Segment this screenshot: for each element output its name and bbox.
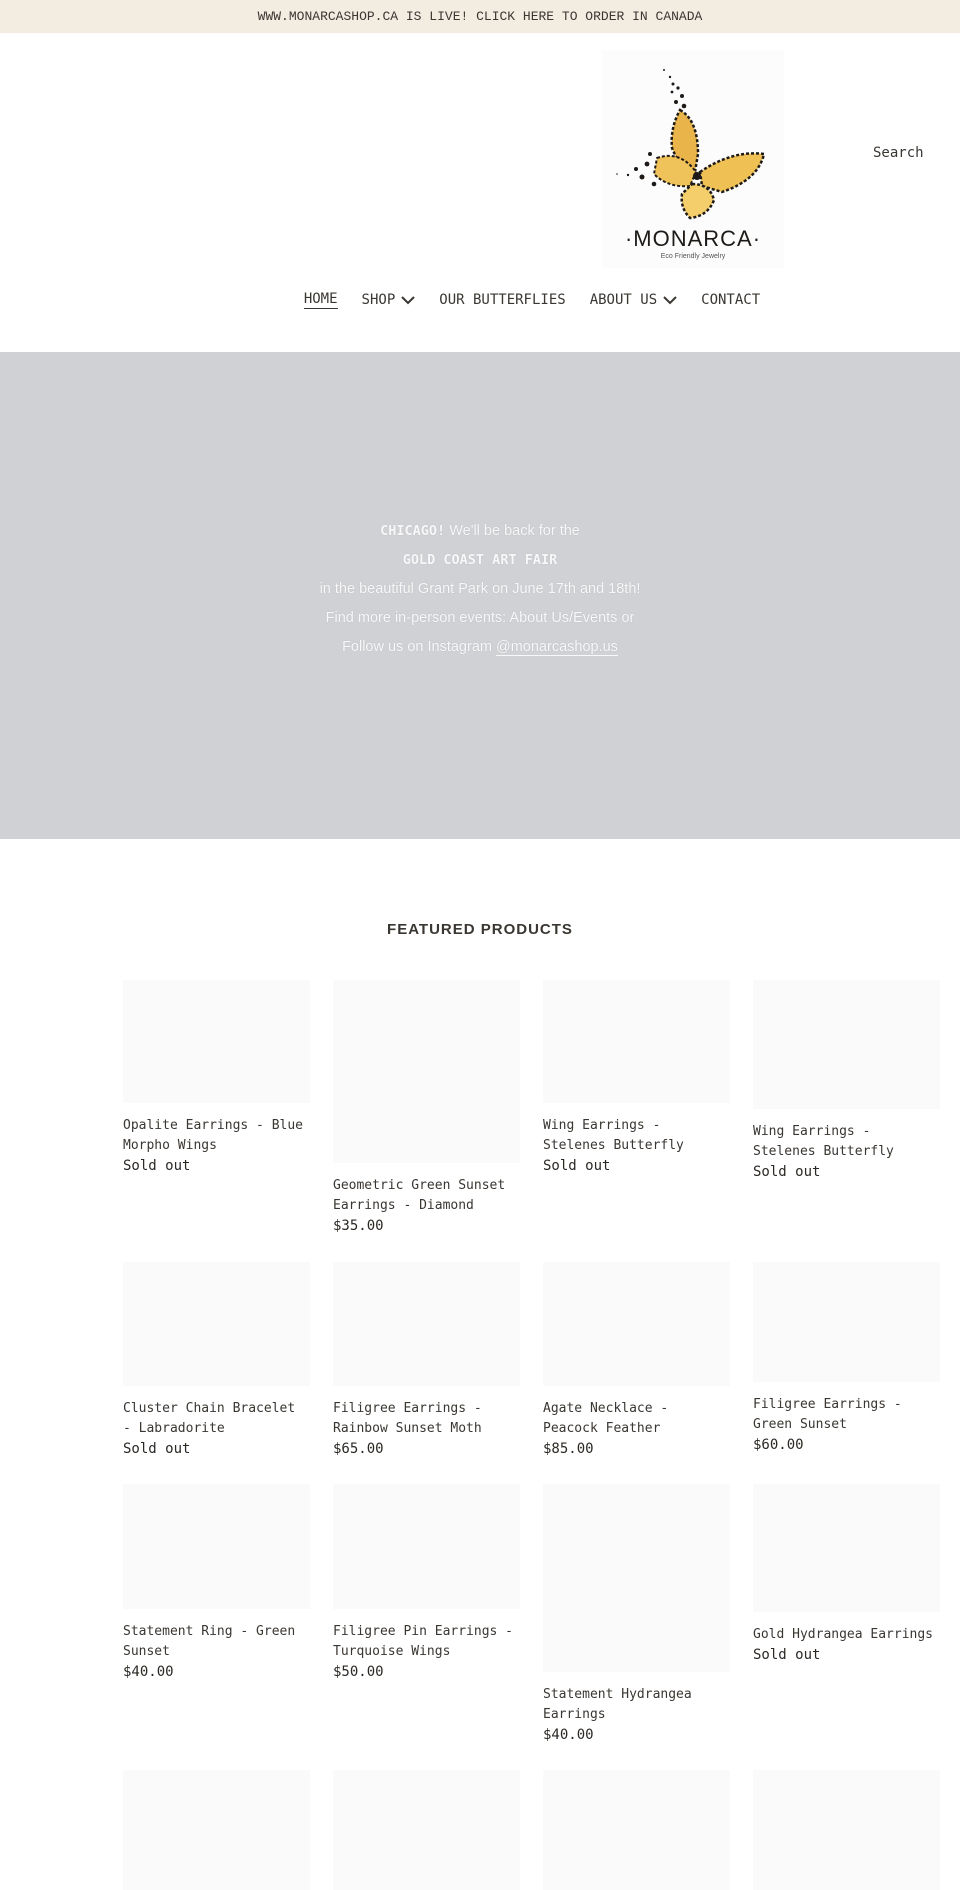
- product-card[interactable]: Statement Hydrangea Earrings $40.00: [543, 1484, 730, 1745]
- hero-city: CHICAGO!: [380, 523, 446, 539]
- product-image[interactable]: [123, 1770, 310, 1890]
- nav-item-label: OUR BUTTERFLIES: [439, 292, 566, 308]
- product-image[interactable]: [333, 980, 520, 1163]
- product-title[interactable]: Geometric Green Sunset Earrings - Diamon…: [333, 1176, 520, 1216]
- product-card[interactable]: Filigree Earrings - Green Sunset $60.00: [753, 1262, 940, 1455]
- product-image[interactable]: [333, 1484, 520, 1609]
- product-price: Sold out: [753, 1647, 821, 1663]
- logo-tagline: Eco Friendly Jewelry: [661, 253, 726, 260]
- nav-item-label: SHOP: [361, 292, 396, 308]
- nav-item-label: ABOUT US: [589, 292, 658, 308]
- product-image[interactable]: [333, 1770, 520, 1890]
- product-image[interactable]: [543, 1484, 730, 1672]
- instagram-link[interactable]: @monarcashop.us: [496, 639, 618, 656]
- product-image[interactable]: [123, 1262, 310, 1386]
- hero-banner: CHICAGO! We'll be back for the GOLD COAS…: [0, 352, 960, 839]
- hero-line-1-text: We'll be back for the: [445, 523, 580, 539]
- product-image[interactable]: [543, 1262, 730, 1386]
- search-link[interactable]: Search: [873, 145, 924, 161]
- product-card[interactable]: [753, 1770, 940, 1890]
- product-title[interactable]: Wing Earrings - Stelenes Butterfly: [753, 1122, 940, 1162]
- product-card[interactable]: Cluster Chain Bracelet - Labradorite Sol…: [123, 1262, 310, 1459]
- product-price: Sold out: [753, 1164, 821, 1180]
- hero-line-5: Follow us on Instagram @monarcashop.us: [342, 633, 618, 662]
- product-card[interactable]: Opalite Earrings - Blue Morpho Wings Sol…: [123, 980, 310, 1176]
- chevron-down-icon: [663, 296, 677, 305]
- butterfly-logo-icon: ·MONARCA· Eco Friendly Jewelry: [616, 69, 766, 260]
- product-title[interactable]: Filigree Earrings - Green Sunset: [753, 1395, 940, 1435]
- product-image[interactable]: [753, 1262, 940, 1382]
- product-image[interactable]: [543, 1770, 730, 1890]
- product-card[interactable]: Filigree Pin Earrings - Turquoise Wings …: [333, 1484, 520, 1682]
- nav-item-about-us[interactable]: ABOUT US: [590, 291, 677, 309]
- hero-line-3: in the beautiful Grant Park on June 17th…: [319, 581, 641, 597]
- product-card[interactable]: Agate Necklace - Peacock Feather $85.00: [543, 1262, 730, 1459]
- product-image[interactable]: [333, 1262, 520, 1386]
- product-title[interactable]: Statement Hydrangea Earrings: [543, 1685, 730, 1725]
- nav-item-shop[interactable]: SHOP: [362, 291, 416, 309]
- product-title[interactable]: Statement Ring - Green Sunset: [123, 1622, 310, 1662]
- product-title[interactable]: Agate Necklace - Peacock Feather: [543, 1399, 730, 1439]
- logo-brand: ·MONARCA·: [625, 226, 761, 251]
- hero-event-name: GOLD COAST ART FAIR: [402, 552, 558, 568]
- product-price: $85.00: [543, 1441, 594, 1457]
- product-price: Sold out: [123, 1158, 191, 1174]
- product-card[interactable]: Gold Hydrangea Earrings Sold out: [753, 1484, 940, 1665]
- product-price: $65.00: [333, 1441, 384, 1457]
- nav-item-contact[interactable]: CONTACT: [701, 291, 760, 309]
- product-title[interactable]: Opalite Earrings - Blue Morpho Wings: [123, 1116, 310, 1156]
- product-image[interactable]: [753, 1484, 940, 1612]
- product-image[interactable]: [753, 980, 940, 1109]
- product-price: $60.00: [753, 1437, 804, 1453]
- nav-item-label: CONTACT: [701, 292, 761, 308]
- product-card[interactable]: Geometric Green Sunset Earrings - Diamon…: [333, 980, 520, 1236]
- product-title[interactable]: Filigree Pin Earrings - Turquoise Wings: [333, 1622, 520, 1662]
- product-card[interactable]: Wing Earrings - Stelenes Butterfly Sold …: [753, 980, 940, 1182]
- product-title[interactable]: Cluster Chain Bracelet - Labradorite: [123, 1399, 310, 1439]
- product-image[interactable]: [543, 980, 730, 1103]
- nav-item-label: HOME: [303, 291, 338, 309]
- product-card[interactable]: Wing Earrings - Stelenes Butterfly Sold …: [543, 980, 730, 1176]
- site-header: ·MONARCA· Eco Friendly Jewelry Search HO…: [0, 33, 960, 385]
- announcement-text[interactable]: WWW.MONARCASHOP.CA IS LIVE! CLICK HERE T…: [258, 9, 703, 24]
- product-card[interactable]: [333, 1770, 520, 1890]
- main-nav: HOME SHOP OUR BUTTERFLIES ABOUT US CONTA…: [0, 291, 960, 309]
- chevron-down-icon: [401, 296, 415, 305]
- nav-item-home[interactable]: HOME: [303, 291, 338, 309]
- product-price: $40.00: [123, 1664, 174, 1680]
- product-price: $40.00: [543, 1727, 594, 1743]
- product-title[interactable]: Wing Earrings - Stelenes Butterfly: [543, 1116, 730, 1156]
- hero-line-4: Find more in-person events: About Us/Eve…: [325, 610, 635, 626]
- hero-line-1: CHICAGO! We'll be back for the: [380, 517, 580, 546]
- product-title[interactable]: Filigree Earrings - Rainbow Sunset Moth: [333, 1399, 520, 1439]
- product-card[interactable]: Statement Ring - Green Sunset $40.00: [123, 1484, 310, 1682]
- product-card[interactable]: [543, 1770, 730, 1890]
- section-title: FEATURED PRODUCTS: [387, 921, 573, 938]
- hero-line-2: GOLD COAST ART FAIR: [403, 546, 557, 575]
- site-logo[interactable]: ·MONARCA· Eco Friendly Jewelry: [602, 50, 784, 268]
- hero-line-5-text: Follow us on Instagram: [342, 639, 496, 655]
- product-title[interactable]: Gold Hydrangea Earrings: [753, 1625, 940, 1645]
- featured-products: FEATURED PRODUCTS: [0, 839, 960, 938]
- nav-item-our-butterflies[interactable]: OUR BUTTERFLIES: [439, 291, 565, 309]
- product-image[interactable]: [123, 980, 310, 1103]
- announcement-bar[interactable]: WWW.MONARCASHOP.CA IS LIVE! CLICK HERE T…: [0, 0, 960, 33]
- product-price: $50.00: [333, 1664, 384, 1680]
- product-image[interactable]: [753, 1770, 940, 1890]
- product-price: $35.00: [333, 1218, 384, 1234]
- product-image[interactable]: [123, 1484, 310, 1609]
- product-card[interactable]: Filigree Earrings - Rainbow Sunset Moth …: [333, 1262, 520, 1459]
- product-price: Sold out: [123, 1441, 191, 1457]
- product-card[interactable]: [123, 1770, 310, 1890]
- product-price: Sold out: [543, 1158, 611, 1174]
